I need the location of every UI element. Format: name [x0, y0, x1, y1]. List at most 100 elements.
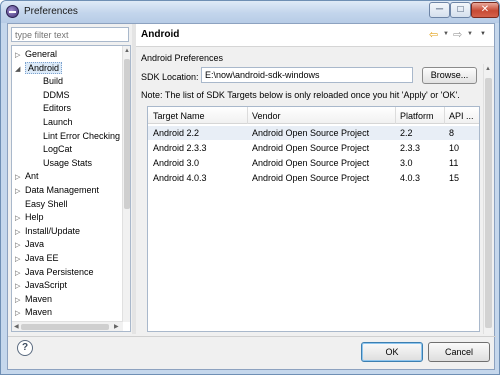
- table-cell: 2.3.3: [400, 143, 421, 153]
- collapsed-arrow-icon[interactable]: ▷: [15, 280, 25, 293]
- browse-button[interactable]: Browse...: [422, 67, 477, 84]
- table-row[interactable]: Android 3.0 Android Open Source Project 3.…: [148, 156, 479, 170]
- collapsed-arrow-icon[interactable]: ▷: [15, 267, 25, 280]
- maximize-button[interactable]: □: [450, 2, 471, 18]
- column-platform[interactable]: Platform: [400, 111, 434, 121]
- tree-item-label: Easy Shell: [25, 198, 68, 209]
- tree-item[interactable]: ▷ Maven: [15, 293, 52, 306]
- scroll-up-icon[interactable]: ▲: [485, 66, 491, 72]
- forward-dropdown-icon[interactable]: ▼: [467, 31, 473, 37]
- scroll-right-icon[interactable]: ▶: [114, 323, 119, 330]
- sdk-location-label: SDK Location:: [141, 72, 199, 82]
- table-cell: 15: [449, 173, 460, 183]
- filter-input[interactable]: [11, 27, 129, 42]
- table-row[interactable]: Android 2.2 Android Open Source Project 2.…: [148, 126, 479, 140]
- tree-item-label: Maven: [25, 307, 53, 318]
- sdk-location-input[interactable]: E:\now\android-sdk-windows: [201, 67, 413, 83]
- tree-item[interactable]: Usage Stats: [33, 157, 92, 170]
- help-icon[interactable]: ?: [17, 340, 33, 356]
- tree-item[interactable]: ▷ Java Persistence: [15, 266, 94, 279]
- page-vertical-thumb[interactable]: [485, 78, 492, 328]
- tree-item[interactable]: Build: [33, 75, 63, 88]
- title-bar[interactable]: Preferences ─ □ ✕: [1, 1, 499, 23]
- tree-item[interactable]: Launch: [33, 116, 73, 129]
- table-cell: Android Open Source Project: [252, 158, 370, 168]
- tree-item-label: DDMS: [43, 89, 70, 100]
- collapsed-arrow-icon[interactable]: ▷: [15, 307, 25, 320]
- collapsed-arrow-icon[interactable]: ▷: [15, 185, 25, 198]
- collapsed-arrow-icon[interactable]: ▷: [15, 49, 25, 62]
- tree-item-label: Usage Stats: [43, 157, 93, 168]
- tree-item[interactable]: ▷ Help: [15, 211, 44, 224]
- tree-item[interactable]: DDMS: [33, 89, 70, 102]
- window-title: Preferences: [24, 6, 78, 17]
- tree-item[interactable]: ▷ Java: [15, 238, 44, 251]
- tree-vertical-scrollbar[interactable]: ▲: [122, 46, 130, 322]
- view-menu-icon[interactable]: ▼: [480, 31, 486, 37]
- eclipse-app-icon: [6, 5, 19, 18]
- expanded-arrow-icon[interactable]: ◢: [15, 63, 25, 76]
- tree-horizontal-thumb[interactable]: [21, 324, 109, 330]
- tree-horizontal-scrollbar[interactable]: ◀ ▶: [12, 321, 123, 331]
- tree-vertical-thumb[interactable]: [124, 59, 130, 209]
- collapsed-arrow-icon[interactable]: ▷: [15, 253, 25, 266]
- tree-item[interactable]: ▷ Data Management: [15, 184, 99, 197]
- table-cell: Android Open Source Project: [252, 173, 370, 183]
- column-divider: [444, 107, 445, 124]
- scroll-left-icon[interactable]: ◀: [14, 323, 19, 330]
- column-divider: [247, 107, 248, 124]
- tree-item-label: Ant: [25, 171, 39, 182]
- collapsed-arrow-icon[interactable]: ▷: [15, 212, 25, 225]
- tree-item[interactable]: ▷ Java EE: [15, 252, 59, 265]
- tree-item[interactable]: ▷ Ant: [15, 170, 39, 183]
- tree-item-label: Build: [43, 76, 64, 87]
- ok-button[interactable]: OK: [361, 342, 423, 362]
- tree-item-label: Help: [25, 212, 44, 223]
- table-cell: 3.0: [400, 158, 413, 168]
- tree-item[interactable]: ◢ Android: [15, 61, 63, 76]
- tree-item[interactable]: ▷ JavaScript: [15, 279, 67, 292]
- sdk-targets-table: Target Name Vendor Platform API ... Andr…: [147, 106, 480, 332]
- page-vertical-scrollbar[interactable]: ▲: [483, 64, 492, 334]
- scroll-up-icon[interactable]: ▲: [124, 48, 130, 54]
- table-cell: Android 2.2: [153, 128, 200, 138]
- forward-arrow-icon[interactable]: ⇨: [453, 28, 462, 41]
- table-cell: Android 2.3.3: [153, 143, 207, 153]
- table-header: Target Name Vendor Platform API ...: [148, 107, 479, 124]
- table-cell: 10: [449, 143, 460, 153]
- tree-item[interactable]: ▷ Install/Update: [15, 225, 80, 238]
- back-arrow-icon[interactable]: ⇦: [429, 28, 438, 41]
- collapsed-arrow-icon[interactable]: ▷: [15, 226, 25, 239]
- collapsed-arrow-icon[interactable]: ▷: [15, 294, 25, 307]
- column-vendor[interactable]: Vendor: [252, 111, 281, 121]
- table-cell: Android 4.0.3: [153, 173, 207, 183]
- tree-item[interactable]: Lint Error Checking: [33, 130, 120, 143]
- cancel-button[interactable]: Cancel: [428, 342, 490, 362]
- table-row[interactable]: Android 4.0.3 Android Open Source Project…: [148, 171, 479, 185]
- table-row[interactable]: Android 2.3.3 Android Open Source Project…: [148, 141, 479, 155]
- column-api[interactable]: API ...: [449, 111, 474, 121]
- table-cell: 2.2: [400, 128, 413, 138]
- sdk-note: Note: The list of SDK Targets below is o…: [141, 90, 460, 100]
- tree-item[interactable]: Easy Shell: [15, 198, 68, 211]
- tree-item[interactable]: ▷ General: [15, 48, 57, 61]
- tree-item-label: Android: [25, 61, 63, 74]
- preference-tree: ▷ General ◢ Android Build DDMS Editors Launch Li…: [11, 45, 131, 332]
- collapsed-arrow-icon[interactable]: ▷: [15, 171, 25, 184]
- tree-item-label: Launch: [43, 117, 73, 127]
- collapsed-arrow-icon[interactable]: ▷: [15, 239, 25, 252]
- tree-item[interactable]: Editors: [33, 102, 71, 115]
- back-dropdown-icon[interactable]: ▼: [443, 31, 449, 37]
- tree-item-label: Lint Error Checking: [43, 130, 121, 141]
- table-cell: 11: [449, 158, 459, 168]
- column-target-name[interactable]: Target Name: [153, 111, 205, 121]
- table-cell: 8: [449, 128, 455, 138]
- tree-item-label: General: [25, 49, 58, 59]
- tree-item-label: Editors: [43, 103, 72, 114]
- minimize-button[interactable]: ─: [429, 2, 450, 18]
- close-button[interactable]: ✕: [471, 2, 499, 18]
- footer-divider: [8, 336, 496, 337]
- column-divider: [395, 107, 396, 124]
- tree-item[interactable]: ▷ Maven: [15, 306, 52, 319]
- tree-item[interactable]: LogCat: [33, 143, 72, 156]
